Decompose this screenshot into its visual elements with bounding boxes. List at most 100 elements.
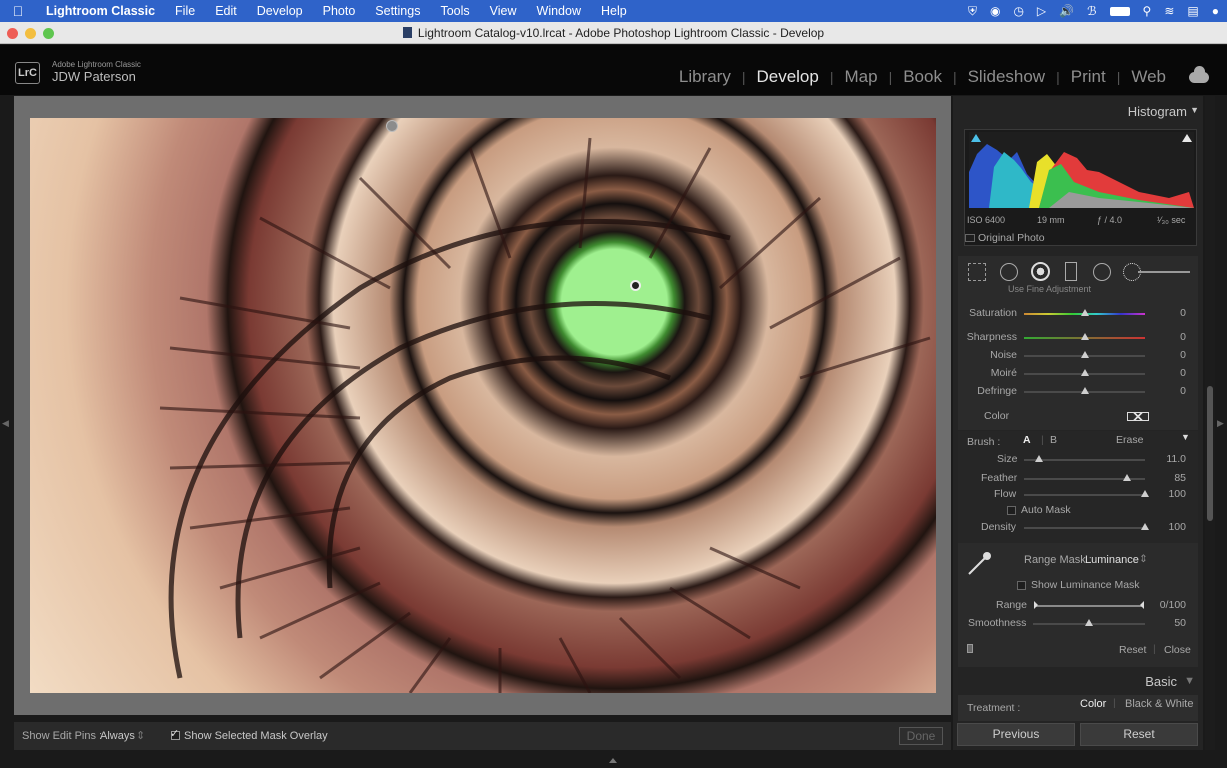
module-develop[interactable]: Develop — [745, 67, 829, 87]
menu-edit[interactable]: Edit — [205, 4, 247, 18]
smoothness-value[interactable]: 50 — [1174, 617, 1186, 629]
histogram-collapse-icon[interactable]: ▼ — [1190, 105, 1199, 115]
time-machine-icon[interactable]: ◷ — [1013, 4, 1023, 18]
play-icon[interactable]: ▷ — [1037, 4, 1046, 18]
effect-value-3[interactable]: 0 — [1180, 367, 1186, 379]
menu-photo[interactable]: Photo — [313, 4, 366, 18]
shield-icon[interactable]: ⛨ — [968, 4, 977, 19]
eyedropper-icon[interactable] — [965, 550, 995, 578]
feather-slider-thumb[interactable] — [1122, 474, 1131, 481]
menu-settings[interactable]: Settings — [365, 4, 430, 18]
minimize-window-button[interactable] — [25, 28, 36, 39]
range-mask-select[interactable]: Luminance — [1085, 554, 1139, 566]
panel-scrollbar[interactable] — [1205, 96, 1215, 750]
effect-slider-thumb-4[interactable] — [1080, 387, 1089, 394]
radial-filter-icon[interactable] — [1093, 263, 1111, 281]
reset-button[interactable]: Reset — [1080, 723, 1198, 746]
histogram[interactable]: ISO 6400 19 mm ƒ / 4.0 ¹⁄₃₀ sec Original… — [964, 129, 1197, 246]
previous-button[interactable]: Previous — [957, 723, 1075, 746]
mask-close-button[interactable]: Close — [1164, 644, 1191, 656]
graduated-filter-icon[interactable] — [1065, 262, 1077, 281]
size-value[interactable]: 11.0 — [1166, 453, 1186, 465]
siri-icon[interactable]: ● — [1212, 4, 1219, 18]
density-slider-thumb[interactable] — [1141, 523, 1149, 530]
density-slider[interactable] — [1024, 527, 1145, 529]
close-window-button[interactable] — [7, 28, 18, 39]
brush-a-tab[interactable]: A — [1023, 434, 1031, 446]
range-value[interactable]: 0/100 — [1160, 599, 1186, 611]
menu-develop[interactable]: Develop — [247, 4, 313, 18]
apple-icon[interactable]:  — [0, 3, 36, 19]
active-edit-pin[interactable] — [630, 280, 641, 291]
effect-value-0[interactable]: 0 — [1180, 307, 1186, 319]
effect-value-1[interactable]: 0 — [1180, 331, 1186, 343]
range-mask-label: Range Mask : — [1024, 554, 1092, 566]
menu-app-name[interactable]: Lightroom Classic — [36, 4, 165, 18]
flow-slider-thumb[interactable] — [1141, 490, 1149, 497]
auto-mask-checkbox[interactable] — [1007, 506, 1016, 515]
range-min-handle[interactable] — [1034, 601, 1038, 609]
effect-label-0: Saturation — [969, 307, 1017, 319]
effect-slider-thumb-1[interactable] — [1080, 333, 1089, 340]
color-swatch[interactable] — [1127, 412, 1149, 421]
effect-value-2[interactable]: 0 — [1180, 349, 1186, 361]
module-slideshow[interactable]: Slideshow — [957, 67, 1057, 87]
panel-scrollbar-thumb[interactable] — [1207, 386, 1213, 521]
spot-removal-icon[interactable] — [1000, 263, 1018, 281]
menu-view[interactable]: View — [480, 4, 527, 18]
volume-icon[interactable]: 🔊 — [1059, 4, 1074, 18]
brush-erase-tab[interactable]: Erase — [1116, 434, 1143, 446]
search-icon[interactable]: ⚲ — [1143, 4, 1152, 18]
flow-value[interactable]: 100 — [1168, 488, 1186, 500]
red-eye-icon[interactable] — [1031, 262, 1050, 281]
wifi-icon[interactable]: ≋ — [1164, 4, 1174, 18]
menu-file[interactable]: File — [165, 4, 205, 18]
basic-collapse-icon[interactable]: ▼ — [1184, 675, 1195, 687]
brush-collapse-icon[interactable]: ▼ — [1181, 432, 1190, 442]
menu-tools[interactable]: Tools — [430, 4, 479, 18]
control-center-icon[interactable]: ▤ — [1187, 4, 1198, 18]
range-slider[interactable] — [1035, 605, 1143, 607]
right-panel-toggle-icon[interactable]: ▶ — [1217, 418, 1224, 429]
range-max-handle[interactable] — [1140, 601, 1144, 609]
module-library[interactable]: Library — [668, 67, 742, 87]
brush-b-tab[interactable]: B — [1050, 434, 1057, 446]
bottom-panel-toggle-icon[interactable] — [609, 758, 617, 763]
treatment-bw-button[interactable]: Black & White — [1125, 698, 1193, 710]
left-panel-toggle-icon[interactable]: ◀ — [2, 418, 9, 429]
feather-value[interactable]: 85 — [1174, 472, 1186, 484]
crop-tool-icon[interactable] — [968, 263, 986, 281]
size-slider-thumb[interactable] — [1034, 455, 1043, 462]
module-web[interactable]: Web — [1120, 67, 1177, 87]
vpn-icon[interactable]: ◉ — [990, 4, 1000, 18]
zoom-window-button[interactable] — [43, 28, 54, 39]
battery-icon[interactable] — [1109, 6, 1130, 16]
spiral-staircase-photo[interactable] — [30, 118, 936, 693]
color-label: Color — [984, 410, 1010, 422]
treatment-color-button[interactable]: Color — [1080, 698, 1106, 710]
show-luminance-mask-label: Show Luminance Mask — [1031, 579, 1140, 591]
cloud-sync-icon[interactable] — [1189, 65, 1209, 83]
effect-slider-thumb-3[interactable] — [1080, 369, 1089, 376]
done-button[interactable]: Done — [899, 727, 943, 745]
edit-pins-select[interactable]: Always — [100, 730, 135, 742]
menu-window[interactable]: Window — [527, 4, 591, 18]
histogram-title[interactable]: Histogram — [1128, 104, 1187, 119]
bluetooth-icon[interactable]: ℬ — [1087, 4, 1096, 18]
mask-toggle-icon[interactable] — [967, 644, 973, 653]
effect-slider-thumb-2[interactable] — [1080, 351, 1089, 358]
module-map[interactable]: Map — [833, 67, 888, 87]
menu-help[interactable]: Help — [591, 4, 637, 18]
effect-value-4[interactable]: 0 — [1180, 385, 1186, 397]
mask-reset-button[interactable]: Reset — [1119, 644, 1146, 656]
smoothness-slider-thumb[interactable] — [1085, 619, 1093, 626]
image-canvas[interactable] — [14, 96, 951, 715]
basic-title[interactable]: Basic — [1145, 674, 1177, 689]
inactive-edit-pin[interactable] — [386, 120, 398, 132]
module-print[interactable]: Print — [1060, 67, 1117, 87]
effect-slider-thumb-0[interactable] — [1080, 309, 1089, 316]
flow-slider[interactable] — [1024, 494, 1145, 496]
module-book[interactable]: Book — [892, 67, 953, 87]
density-value[interactable]: 100 — [1168, 521, 1186, 533]
show-luminance-mask-checkbox[interactable] — [1017, 581, 1026, 590]
